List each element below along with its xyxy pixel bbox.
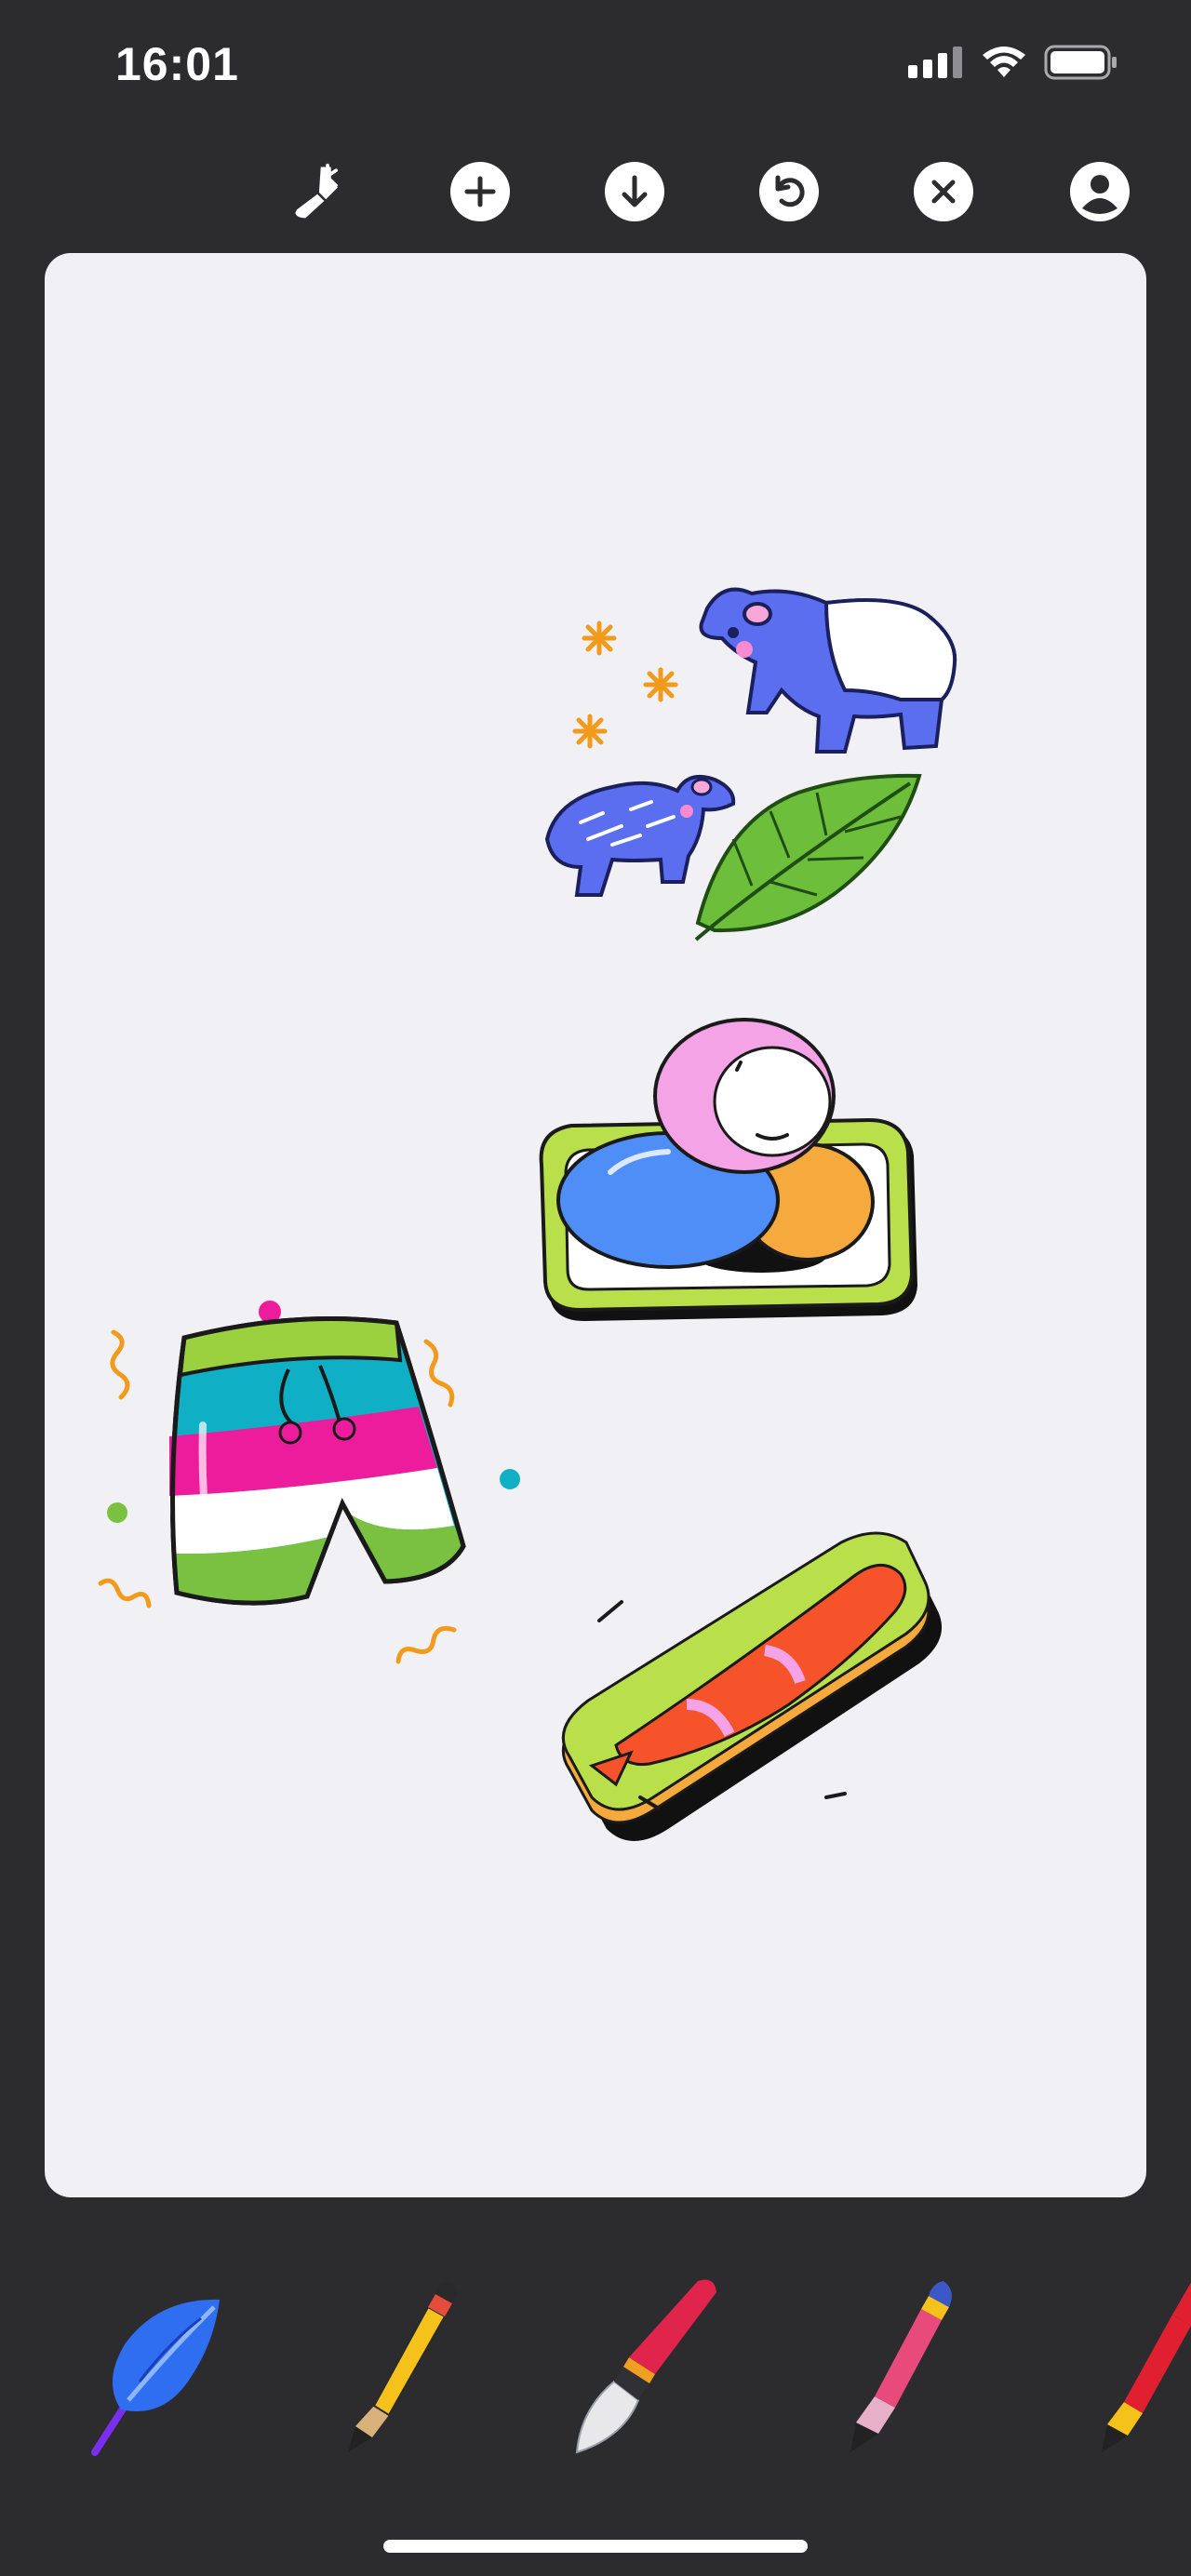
close-button[interactable]	[914, 162, 973, 221]
drawing-tools-bar	[0, 2251, 1191, 2465]
mochi-sticker[interactable]	[529, 1016, 957, 1351]
add-button[interactable]	[450, 162, 510, 221]
cellular-signal-icon	[908, 47, 962, 78]
profile-icon	[1070, 162, 1130, 221]
red-pencil-tool[interactable]	[1089, 2270, 1191, 2456]
sushi-sticker[interactable]	[547, 1518, 994, 1872]
undo-icon	[759, 162, 819, 221]
toolbar	[0, 149, 1191, 233]
drawing-canvas[interactable]	[45, 253, 1146, 2197]
close-icon	[914, 162, 973, 221]
download-button[interactable]	[605, 162, 664, 221]
status-icons	[908, 45, 1118, 80]
plus-icon	[450, 162, 510, 221]
tapirs-sticker[interactable]	[491, 560, 975, 960]
pink-pencil-tool[interactable]	[837, 2270, 977, 2456]
download-icon	[605, 162, 664, 221]
brush-icon	[295, 163, 339, 219]
profile-button[interactable]	[1070, 162, 1130, 221]
battery-icon	[1044, 45, 1117, 80]
feather-pen-tool[interactable]	[84, 2270, 233, 2456]
home-indicator[interactable]	[383, 2540, 808, 2553]
status-bar: 16:01	[0, 0, 1191, 140]
swim-shorts-sticker[interactable]	[73, 1286, 556, 1695]
status-time: 16:01	[115, 38, 239, 90]
paintbrush-tool[interactable]	[568, 2270, 735, 2456]
yellow-pencil-tool[interactable]	[335, 2270, 475, 2456]
undo-button[interactable]	[759, 162, 819, 221]
brush-button[interactable]	[288, 162, 348, 221]
wifi-icon	[983, 47, 1025, 77]
